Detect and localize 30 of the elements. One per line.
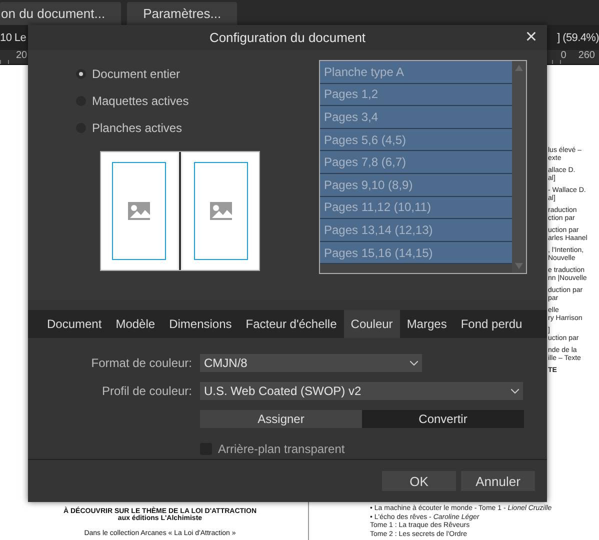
dialog-button[interactable]: Annuler: [461, 471, 535, 491]
tab[interactable]: Fond perdu: [454, 310, 530, 338]
color-format-dropdown[interactable]: CMJN/8: [200, 354, 422, 372]
scroll-down-icon[interactable]: [515, 263, 523, 269]
toolbar-button[interactable]: on du document...: [0, 2, 122, 25]
tab[interactable]: Dimensions: [162, 310, 239, 338]
field-label: Format de couleur:: [90, 356, 192, 370]
dialog-title: Configuration du document: [209, 30, 366, 45]
dialog-button[interactable]: OK: [382, 471, 456, 491]
profile-action-button[interactable]: Assigner: [200, 410, 362, 428]
radio-option[interactable]: Planches actives: [76, 114, 182, 141]
tab[interactable]: Marges: [400, 310, 454, 338]
zoom-level: ] (59.4%): [557, 32, 599, 44]
tab[interactable]: Document: [40, 310, 109, 338]
radio-option[interactable]: Maquettes actives: [76, 87, 189, 114]
tab[interactable]: Couleur: [344, 310, 400, 338]
context-text: 10 Le: [0, 32, 26, 44]
tab[interactable]: Facteur d'échelle: [238, 310, 344, 338]
chevron-icon: [511, 388, 519, 394]
color-profile-dropdown[interactable]: U.S. Web Coated (SWOP) v2: [200, 382, 523, 400]
toolbar-button[interactable]: Paramètres...: [127, 2, 238, 25]
transparent-checkbox[interactable]: Arrière-plan transparent: [200, 442, 345, 456]
scrollbar[interactable]: [512, 61, 526, 273]
field-label: Profil de couleur:: [100, 384, 192, 398]
chevron-icon: [410, 360, 418, 366]
image-icon: [208, 200, 234, 222]
image-icon: [126, 200, 152, 222]
close-button[interactable]: ×: [523, 27, 539, 47]
tab[interactable]: Modèle: [108, 310, 162, 338]
profile-action-button[interactable]: Convertir: [362, 410, 524, 428]
